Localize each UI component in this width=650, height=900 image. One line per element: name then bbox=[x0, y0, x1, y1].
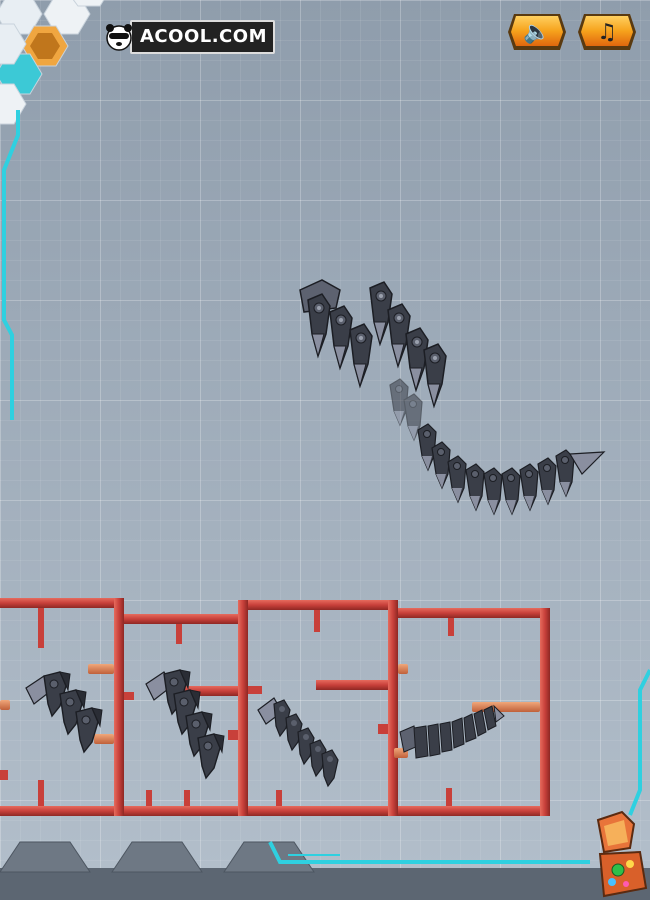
panda-icon bbox=[106, 24, 132, 51]
treasure-chest-button[interactable] bbox=[590, 808, 650, 900]
chest-icon bbox=[596, 810, 648, 898]
